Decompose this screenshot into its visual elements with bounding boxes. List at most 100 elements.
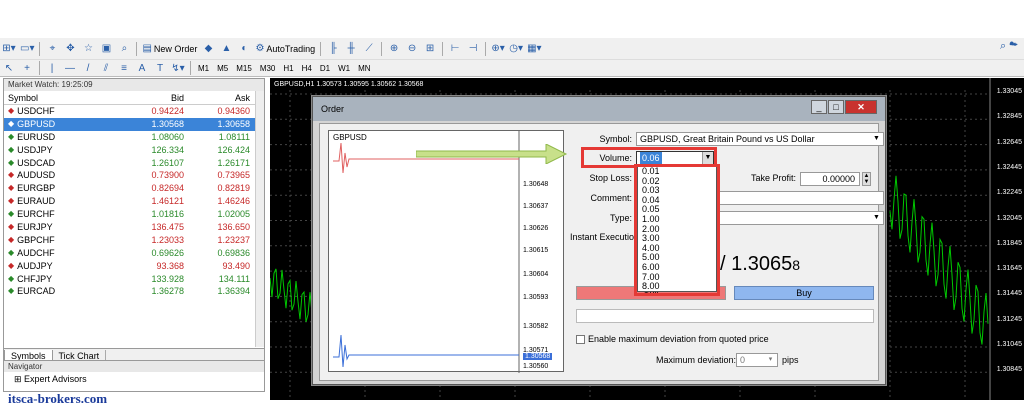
close-icon[interactable]: ✕: [845, 100, 877, 114]
timeframe-mn[interactable]: MN: [358, 64, 370, 73]
new-order-icon: ▤: [142, 43, 152, 54]
bar-chart-icon[interactable]: ╟: [326, 41, 340, 57]
buy-button[interactable]: Buy: [734, 286, 874, 300]
price-axis-label: 1.32645: [996, 138, 1022, 146]
ask-cell: 93.490: [222, 260, 250, 271]
navigator-item-expert-advisors[interactable]: ⊞ Expert Advisors: [4, 372, 264, 386]
trendline-icon[interactable]: /: [81, 60, 95, 76]
table-row[interactable]: ◆ AUDJPY 93.368 93.490: [4, 260, 264, 273]
maximize-icon[interactable]: □: [828, 100, 844, 114]
bid-column-header[interactable]: Bid: [129, 91, 184, 104]
crosshair-icon[interactable]: +: [20, 60, 34, 76]
take-profit-spinner[interactable]: ▲ ▼: [862, 172, 871, 186]
data-window-icon[interactable]: ✥: [63, 41, 77, 57]
deviation-checkbox[interactable]: [576, 335, 585, 344]
new-order-button[interactable]: ▤ New Order: [142, 41, 197, 57]
timeframe-w1[interactable]: W1: [338, 64, 350, 73]
search-icon[interactable]: ⌕ ☁: [1000, 40, 1018, 53]
price-axis-label: 1.32045: [996, 214, 1022, 222]
timeframe-m1[interactable]: M1: [198, 64, 209, 73]
fibonacci-icon[interactable]: ≡: [117, 60, 131, 76]
terminal-icon[interactable]: ▣: [99, 41, 113, 57]
arrow-down-icon: ◆: [8, 222, 15, 232]
toolbar-separator: [136, 41, 138, 56]
table-row[interactable]: ◆ EURCHF 1.01816 1.02005: [4, 208, 264, 221]
vps-icon[interactable]: ◐: [237, 41, 251, 57]
table-row[interactable]: ◆ USDCHF 0.94224 0.94360: [4, 105, 264, 118]
price-axis-label: 1.32845: [996, 113, 1022, 121]
signals-icon[interactable]: ▲: [219, 41, 233, 57]
autoscroll-icon[interactable]: ⊣: [466, 41, 480, 57]
expand-icon[interactable]: ⊞: [14, 374, 24, 384]
text-label-icon[interactable]: T: [153, 60, 167, 76]
tick-chart-price-label: 1.30604: [523, 271, 549, 278]
symbol-column-header[interactable]: Symbol: [4, 91, 129, 104]
tick-chart-price-label: 1.30615: [523, 247, 549, 254]
equidistant-channel-icon[interactable]: ⫽: [99, 60, 113, 76]
max-deviation-select[interactable]: 0 ▾: [736, 353, 778, 367]
symbol-value: GBPUSD, Great Britain Pound vs US Dollar: [640, 134, 815, 144]
symbol-cell: ◆ EURJPY: [4, 221, 129, 234]
bid-cell: 1.30568: [151, 118, 184, 129]
arrows-icon[interactable]: ↯▾: [171, 60, 185, 76]
timeframe-buttons: M1 M5 M15 M30 H1 H4 D1 W1 MN: [194, 64, 375, 73]
take-profit-input[interactable]: 0.00000: [800, 172, 860, 186]
timeframe-m30[interactable]: M30: [260, 64, 276, 73]
ask-cell: 136.650: [217, 222, 250, 233]
chevron-down-icon: ▼: [873, 214, 880, 221]
periods-icon[interactable]: ◷▾: [509, 41, 523, 57]
symbol-cell: ◆ EURUSD: [4, 131, 129, 144]
table-row[interactable]: ◆ CHFJPY 133.928 134.111: [4, 273, 264, 286]
timeframe-h4[interactable]: H4: [302, 64, 312, 73]
table-row[interactable]: ◆ EURUSD 1.08060 1.08111: [4, 131, 264, 144]
take-profit-label: Take Profit:: [750, 173, 796, 183]
table-row[interactable]: ◆ EURAUD 1.46121 1.46246: [4, 195, 264, 208]
navigator-title: Navigator: [4, 361, 264, 372]
zoom-in-icon[interactable]: ⊕: [387, 41, 401, 57]
market-watch-scrollbar[interactable]: [255, 91, 264, 347]
table-row[interactable]: ◆ USDJPY 126.334 126.424: [4, 144, 264, 157]
table-row[interactable]: ◆ AUDCHF 0.69626 0.69836: [4, 247, 264, 260]
ask-column-header[interactable]: Ask: [184, 91, 254, 104]
bid-line: [333, 334, 519, 368]
symbol-cell: ◆ USDCHF: [4, 105, 129, 118]
timeframe-m5[interactable]: M5: [217, 64, 228, 73]
timeframe-m15[interactable]: M15: [236, 64, 252, 73]
autotrading-button[interactable]: ⚙ AutoTrading: [255, 41, 315, 57]
navigator-icon[interactable]: ☆: [81, 41, 95, 57]
profiles-icon[interactable]: ▭▾: [20, 41, 34, 57]
metaeditor-icon[interactable]: ◆: [201, 41, 215, 57]
market-watch-icon[interactable]: ⌖: [45, 41, 59, 57]
table-row[interactable]: ◆ AUDUSD 0.73900 0.73965: [4, 169, 264, 182]
table-row[interactable]: ◆ EURCAD 1.36278 1.36394: [4, 285, 264, 298]
candlestick-icon[interactable]: ╫: [344, 41, 358, 57]
vertical-line-icon[interactable]: |: [45, 60, 59, 76]
chart-shift-icon[interactable]: ⊢: [448, 41, 462, 57]
arrow-down-icon: ◆: [8, 170, 15, 180]
table-row[interactable]: ◆ GBPCHF 1.23033 1.23237: [4, 234, 264, 247]
minimize-icon[interactable]: _: [811, 100, 827, 114]
line-chart-icon[interactable]: ⟋: [362, 41, 376, 57]
new-chart-icon[interactable]: ⊞▾: [2, 41, 16, 57]
price-axis-label: 1.32245: [996, 189, 1022, 197]
horizontal-line-icon[interactable]: —: [63, 60, 77, 76]
timeframe-h1[interactable]: H1: [283, 64, 293, 73]
symbol-name: USDCHF: [17, 106, 55, 116]
timeframe-d1[interactable]: D1: [320, 64, 330, 73]
strategy-tester-icon[interactable]: ⌕: [117, 41, 131, 57]
cursor-icon[interactable]: ↖: [2, 60, 16, 76]
symbol-name: USDCAD: [17, 157, 56, 168]
text-icon[interactable]: A: [135, 60, 149, 76]
table-row[interactable]: ◆ USDCAD 1.26107 1.26171: [4, 157, 264, 170]
templates-icon[interactable]: ▦▾: [527, 41, 541, 57]
tile-windows-icon[interactable]: ⊞: [423, 41, 437, 57]
indicators-icon[interactable]: ⊕▾: [491, 41, 505, 57]
table-row[interactable]: ◆ EURJPY 136.475 136.650: [4, 221, 264, 234]
bid-cell: 126.334: [151, 144, 184, 155]
table-row[interactable]: ◆ EURGBP 0.82694 0.82819: [4, 182, 264, 195]
zoom-out-icon[interactable]: ⊖: [405, 41, 419, 57]
table-row[interactable]: ◆ GBPUSD 1.30568 1.30658: [4, 117, 264, 131]
symbol-cell: ◆ EURGBP: [4, 182, 129, 195]
watermark: itsca-brokers.com: [8, 391, 108, 406]
symbol-select[interactable]: GBPUSD, Great Britain Pound vs US Dollar…: [636, 132, 884, 146]
